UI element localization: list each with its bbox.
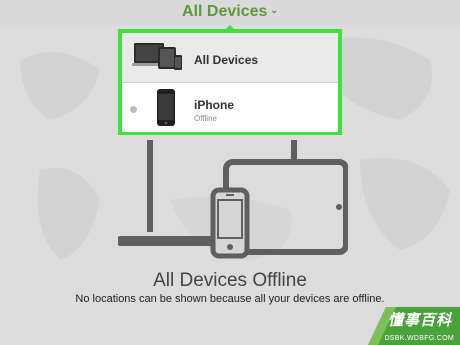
devices-illustration (118, 140, 348, 259)
watermark-url: DSBK.WDBFG.COM (384, 335, 454, 342)
watermark-text: 懂事百科 (387, 312, 452, 329)
device-selector-label: All Devices (182, 3, 268, 20)
dropdown-item-label: All Devices (194, 53, 259, 67)
dropdown-item-status: Offline (194, 114, 217, 123)
empty-state-message: No locations can be shown because all yo… (75, 293, 385, 305)
offline-status-dot (130, 106, 137, 113)
chevron-down-icon: ⌄ (270, 5, 278, 15)
dropdown-item-all-devices[interactable]: All Devices (122, 33, 338, 83)
top-bar: All Devices ⌄ (0, 0, 460, 27)
iphone-icon (157, 89, 175, 126)
dropdown-item-iphone[interactable]: iPhone Offline (122, 83, 338, 132)
device-dropdown: All Devices iPhone Offline (118, 29, 342, 135)
dropdown-item-label: iPhone (194, 98, 235, 112)
device-selector-button[interactable]: All Devices ⌄ (0, 3, 460, 21)
empty-state-title: All Devices Offline (153, 270, 307, 291)
devices-group-icon (132, 43, 182, 70)
